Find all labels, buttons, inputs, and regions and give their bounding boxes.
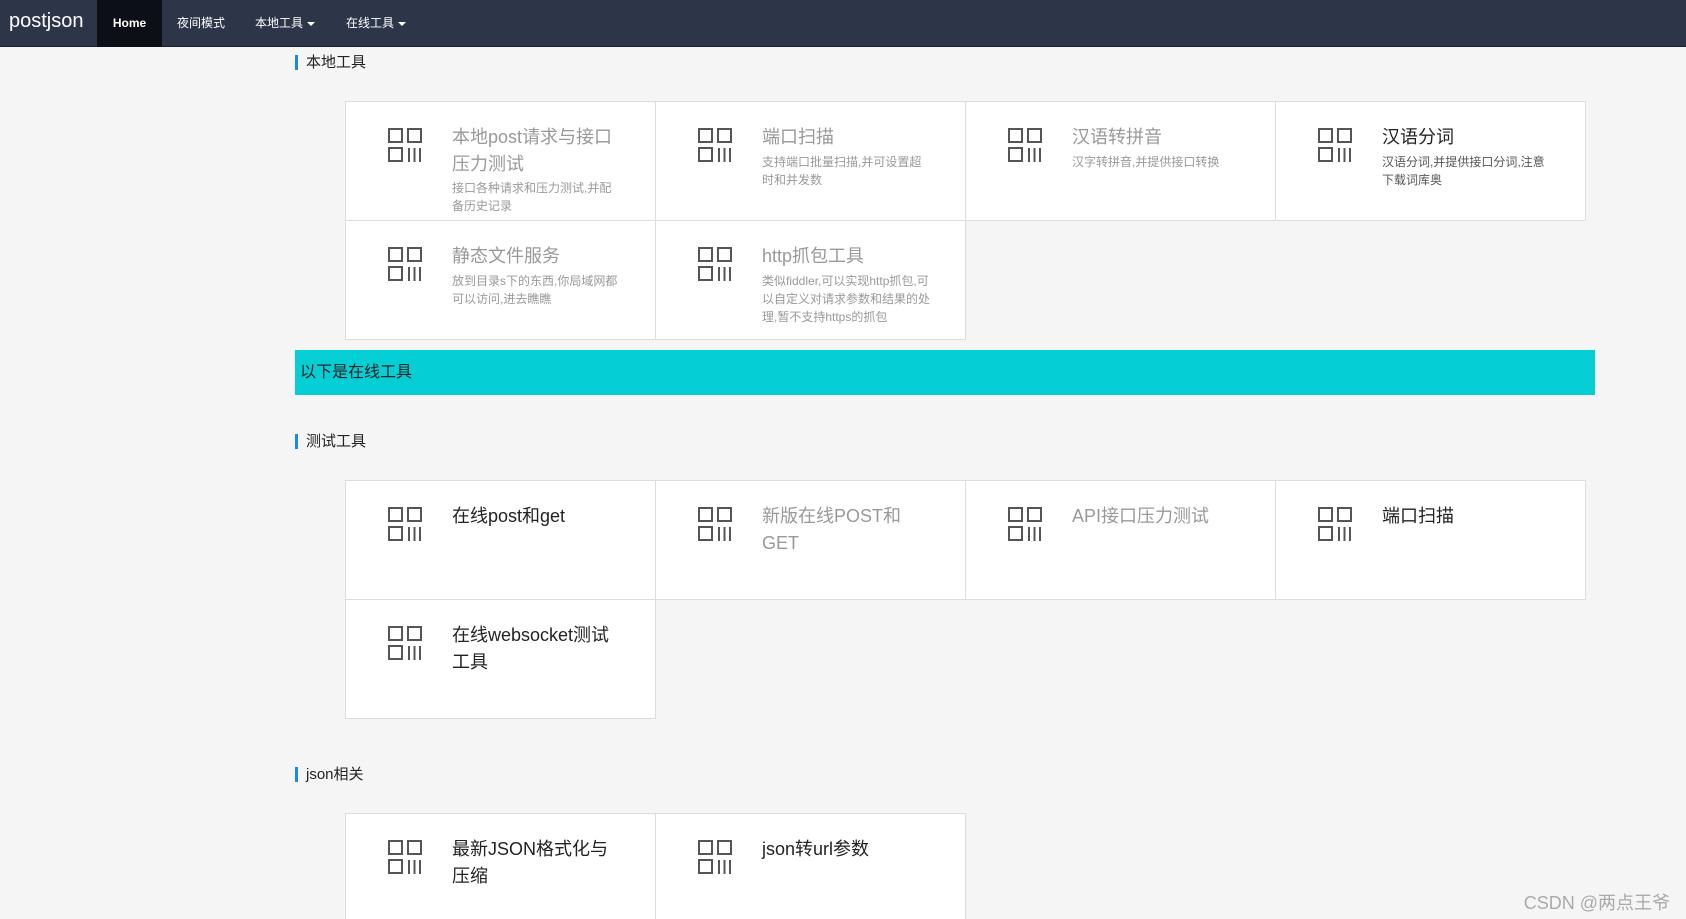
nav-local-tools[interactable]: 本地工具: [255, 0, 316, 47]
card-title: 在线post和get: [452, 506, 566, 526]
card-desc: 汉字转拼音,并提供接口转换: [1072, 155, 1220, 169]
watermark-text: CSDN @两点王爷: [1523, 893, 1670, 913]
app-grid-icon: [388, 507, 422, 541]
card-title: 新版在线POST和GET: [762, 506, 902, 553]
card-new-post-get[interactable]: 新版在线POST和GET: [655, 480, 966, 600]
card-pinyin[interactable]: 汉语转拼音 汉字转拼音,并提供接口转换: [965, 101, 1276, 221]
card-title: 汉语转拼音: [1072, 127, 1162, 147]
card-port-scan-online[interactable]: 端口扫描: [1275, 480, 1586, 600]
section-marker: [295, 434, 298, 449]
card-title: 在线websocket测试工具: [452, 625, 610, 672]
app-grid-icon: [388, 840, 422, 874]
card-json-to-url[interactable]: json转url参数: [655, 813, 966, 919]
app-grid-icon: [1008, 128, 1042, 162]
card-api-stress-test[interactable]: API接口压力测试: [965, 480, 1276, 600]
section-title-json-label: json相关: [306, 766, 364, 783]
card-json-format[interactable]: 最新JSON格式化与压缩: [345, 813, 656, 919]
card-port-scan-local[interactable]: 端口扫描 支持端口批量扫描,并可设置超时和并发数: [655, 101, 966, 221]
card-online-post-get[interactable]: 在线post和get: [345, 480, 656, 600]
app-grid-icon: [1318, 128, 1352, 162]
nav-online-tools-label: 在线工具: [346, 16, 395, 30]
card-desc: 汉语分词,并提供接口分词,注意下载词库奥: [1382, 155, 1545, 187]
app-grid-icon: [698, 507, 732, 541]
card-title: 汉语分词: [1382, 127, 1454, 147]
card-desc: 类似fiddler,可以实现http抓包,可以自定义对请求参数和结果的处理,暂不…: [762, 274, 931, 324]
top-navbar: postjson Home 夜间模式 本地工具 在线工具: [0, 0, 1686, 47]
caret-down-icon: [307, 21, 316, 26]
app-grid-icon: [698, 247, 732, 281]
section-title-test: 测试工具: [295, 433, 366, 451]
app-grid-icon: [388, 626, 422, 660]
section-title-local-label: 本地工具: [306, 54, 367, 71]
section-marker: [295, 767, 298, 782]
section-title-local: 本地工具: [295, 54, 366, 72]
app-grid-icon: [388, 128, 422, 162]
card-segmentation[interactable]: 汉语分词 汉语分词,并提供接口分词,注意下载词库奥: [1275, 101, 1586, 221]
card-title: json转url参数: [762, 839, 870, 859]
card-title: 端口扫描: [762, 127, 834, 147]
online-tools-banner: 以下是在线工具: [295, 350, 1595, 395]
section-title-json: json相关: [295, 766, 364, 784]
card-static-files[interactable]: 静态文件服务 放到目录s下的东西,你局域网都可以访问,进去瞧瞧: [345, 220, 656, 340]
app-grid-icon: [1008, 507, 1042, 541]
caret-down-icon: [398, 21, 407, 26]
nav-home[interactable]: Home: [97, 0, 162, 47]
brand-logo[interactable]: postjson: [9, 10, 84, 33]
section-title-test-label: 测试工具: [306, 433, 367, 450]
nav-online-tools[interactable]: 在线工具: [346, 0, 407, 47]
app-grid-icon: [698, 840, 732, 874]
card-http-capture[interactable]: http抓包工具 类似fiddler,可以实现http抓包,可以自定义对请求参数…: [655, 220, 966, 340]
card-title: http抓包工具: [762, 246, 865, 266]
nav-local-tools-label: 本地工具: [255, 16, 304, 30]
card-websocket-test[interactable]: 在线websocket测试工具: [345, 599, 656, 719]
card-local-post[interactable]: 本地post请求与接口压力测试 接口各种请求和压力测试,并配备历史记录: [345, 101, 656, 221]
card-title: API接口压力测试: [1072, 506, 1210, 526]
app-grid-icon: [388, 247, 422, 281]
card-title: 端口扫描: [1382, 506, 1454, 526]
card-desc: 接口各种请求和压力测试,并配备历史记录: [452, 181, 612, 213]
card-title: 本地post请求与接口压力测试: [452, 127, 613, 174]
app-grid-icon: [698, 128, 732, 162]
card-desc: 放到目录s下的东西,你局域网都可以访问,进去瞧瞧: [452, 274, 618, 306]
section-marker: [295, 55, 298, 70]
card-title: 最新JSON格式化与压缩: [452, 839, 609, 886]
card-title: 静态文件服务: [452, 246, 560, 266]
nav-night-mode[interactable]: 夜间模式: [177, 0, 225, 47]
app-grid-icon: [1318, 507, 1352, 541]
card-desc: 支持端口批量扫描,并可设置超时和并发数: [762, 155, 922, 187]
